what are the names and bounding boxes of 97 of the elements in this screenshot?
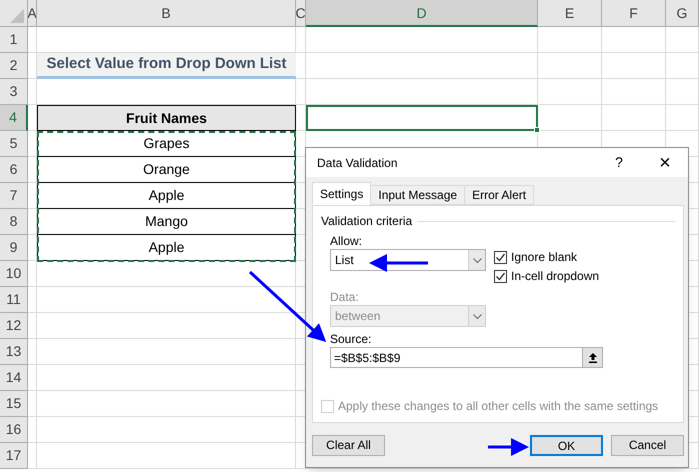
row-header[interactable]: 14 — [0, 365, 28, 391]
row-header[interactable]: 8 — [0, 209, 28, 235]
grid-cell[interactable] — [37, 313, 296, 339]
grid-cell[interactable] — [28, 131, 37, 157]
grid-cell[interactable] — [37, 443, 296, 469]
grid-cell[interactable] — [602, 105, 666, 131]
grid-cell[interactable] — [666, 53, 699, 79]
checkbox-label[interactable]: Ignore blank — [511, 248, 578, 266]
grid-cell[interactable] — [666, 27, 699, 53]
grid-cell[interactable] — [296, 27, 306, 53]
field-label: Data: — [330, 289, 360, 303]
grid-cell[interactable] — [28, 235, 37, 261]
row-header[interactable]: 17 — [0, 443, 28, 469]
grid-cell[interactable] — [666, 105, 699, 131]
fill-handle[interactable] — [534, 127, 540, 133]
dialog-button[interactable]: Clear All — [312, 434, 385, 456]
row-header[interactable]: 5 — [0, 131, 28, 157]
grid-cell[interactable] — [28, 287, 37, 313]
column-header[interactable]: G — [666, 0, 699, 27]
column-header[interactable]: F — [602, 0, 666, 27]
grid-cell[interactable] — [296, 53, 306, 79]
grid-cell[interactable] — [37, 339, 296, 365]
grid-cell[interactable] — [37, 287, 296, 313]
tab[interactable]: Input Message — [370, 185, 466, 205]
grid-cell[interactable] — [28, 365, 37, 391]
grid-cell[interactable] — [306, 53, 538, 79]
grid-cell[interactable] — [538, 79, 602, 105]
table-cell: Orange — [37, 157, 296, 183]
grid-cell[interactable] — [28, 261, 37, 287]
grid-cell[interactable] — [37, 417, 296, 443]
row-header[interactable]: 7 — [0, 183, 28, 209]
field-label: Source: — [330, 331, 372, 345]
row-header[interactable]: 13 — [0, 339, 28, 365]
row-header[interactable]: 10 — [0, 261, 28, 287]
row-header[interactable]: 6 — [0, 157, 28, 183]
arrow — [488, 438, 529, 456]
grid-cell[interactable] — [28, 443, 37, 469]
grid-cell[interactable] — [37, 261, 296, 287]
dialog-title: Data Validation — [317, 154, 398, 172]
grid-cell[interactable] — [28, 183, 37, 209]
grid-cell[interactable] — [28, 391, 37, 417]
collapse-dialog-icon[interactable] — [588, 352, 598, 363]
grid-cell[interactable] — [296, 105, 306, 131]
dropdown: between — [330, 305, 486, 327]
grid-cell[interactable] — [37, 391, 296, 417]
checkbox[interactable] — [494, 250, 507, 264]
selected-cell[interactable] — [306, 105, 538, 131]
checkbox-label[interactable]: In-cell dropdown — [511, 267, 600, 285]
column-header[interactable]: C — [296, 0, 306, 27]
source-field[interactable]: =$B$5:$B$9 — [330, 347, 603, 368]
row-header[interactable]: 12 — [0, 313, 28, 339]
row-header[interactable]: 15 — [0, 391, 28, 417]
row-header[interactable]: 1 — [0, 27, 28, 53]
dropdown[interactable]: List — [330, 249, 486, 271]
sheet-title: Select Value from Drop Down List — [46, 54, 287, 74]
grid-cell[interactable] — [538, 53, 602, 79]
row-header[interactable]: 16 — [0, 417, 28, 443]
grid-cell[interactable] — [28, 313, 37, 339]
row-header[interactable]: 11 — [0, 287, 28, 313]
checkbox[interactable] — [494, 270, 507, 282]
grid-cell[interactable] — [28, 79, 37, 105]
grid-cell[interactable] — [37, 365, 296, 391]
field-label: Allow: — [330, 233, 364, 247]
row-header[interactable]: 2 — [0, 53, 28, 79]
chevron-down-icon — [472, 258, 482, 262]
table-cell: Apple — [37, 183, 296, 209]
row-header[interactable]: 4 — [0, 105, 28, 131]
grid-cell[interactable] — [28, 27, 37, 53]
tab[interactable]: Settings — [312, 182, 372, 205]
column-header[interactable]: D — [306, 0, 538, 27]
grid-cell[interactable] — [296, 79, 306, 105]
grid-cell[interactable] — [538, 105, 602, 131]
grid-cell[interactable] — [602, 53, 666, 79]
column-header[interactable]: B — [37, 0, 296, 27]
tab[interactable]: Error Alert — [464, 185, 534, 205]
grid-cell[interactable] — [28, 339, 37, 365]
arrow — [369, 254, 428, 272]
grid-cell[interactable] — [28, 157, 37, 183]
row-header[interactable]: 9 — [0, 235, 28, 261]
close-button[interactable]: × — [642, 148, 688, 176]
grid-cell[interactable] — [28, 417, 37, 443]
group-label: Validation criteria — [321, 213, 412, 230]
dialog-button[interactable]: OK — [530, 434, 603, 456]
grid-cell[interactable] — [602, 79, 666, 105]
grid-cell[interactable] — [602, 27, 666, 53]
chevron-down-icon — [472, 314, 482, 318]
grid-cell[interactable] — [306, 79, 538, 105]
dialog-button[interactable]: Cancel — [611, 434, 684, 456]
grid-cell[interactable] — [28, 209, 37, 235]
row-header[interactable]: 3 — [0, 79, 28, 105]
column-header[interactable]: E — [538, 0, 602, 27]
grid-cell[interactable] — [538, 27, 602, 53]
help-button[interactable]: ? — [596, 148, 642, 176]
table-cell: Apple — [37, 235, 296, 261]
grid-cell[interactable] — [306, 27, 538, 53]
grid-cell[interactable] — [666, 79, 699, 105]
table-header: Fruit Names — [37, 105, 296, 131]
